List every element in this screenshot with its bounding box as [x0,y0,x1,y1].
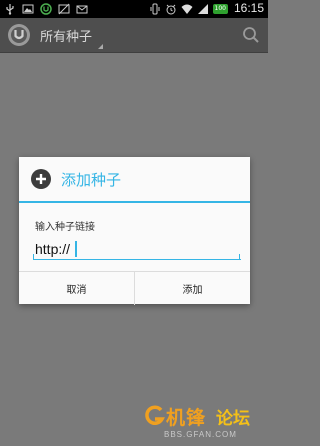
action-bar: 所有种子 [0,18,268,53]
add-torrent-dialog: 添加种子 输入种子链接 取消 添加 [19,157,250,305]
dropdown-caret-icon [98,44,103,49]
dialog-title: 添加种子 [61,171,122,189]
utorrent-logo-icon[interactable] [7,23,31,47]
gfan-watermark: 机锋 论坛 BBS.GFAN.COM [144,404,262,442]
watermark-url: BBS.GFAN.COM [164,430,237,439]
alarm-icon [166,4,176,15]
usb-icon [6,4,14,15]
torrent-filter-dropdown[interactable]: 所有种子 [40,26,92,45]
cancel-button[interactable]: 取消 [19,272,134,305]
image-icon [22,4,34,14]
dialog-header: 添加种子 [19,157,250,201]
notification-icons [4,2,88,16]
text-cursor [75,241,77,257]
utorrent-icon [40,3,52,15]
no-image-icon [58,3,70,15]
mail-icon [76,5,88,14]
gfan-logo-icon [145,405,165,425]
watermark-forum-text: 论坛 [216,409,250,429]
dialog-divider [19,201,250,203]
signal-icon [197,4,208,14]
torrent-url-input[interactable] [33,239,241,260]
status-bar: 100 16:15 [0,0,268,18]
search-icon[interactable] [242,26,260,44]
input-underline-edge [33,254,34,260]
status-time: 16:15 [233,1,264,15]
wifi-icon [181,4,193,14]
system-icons: 100 [149,2,228,16]
input-underline-edge [239,254,240,260]
dialog-buttons: 取消 添加 [19,271,250,305]
add-button[interactable]: 添加 [135,272,250,305]
plus-circle-icon [31,169,51,189]
torrent-link-label: 输入种子链接 [35,222,95,233]
watermark-text: 机锋 [166,407,207,429]
battery-icon: 100 [212,4,228,14]
vibrate-icon [150,3,160,15]
